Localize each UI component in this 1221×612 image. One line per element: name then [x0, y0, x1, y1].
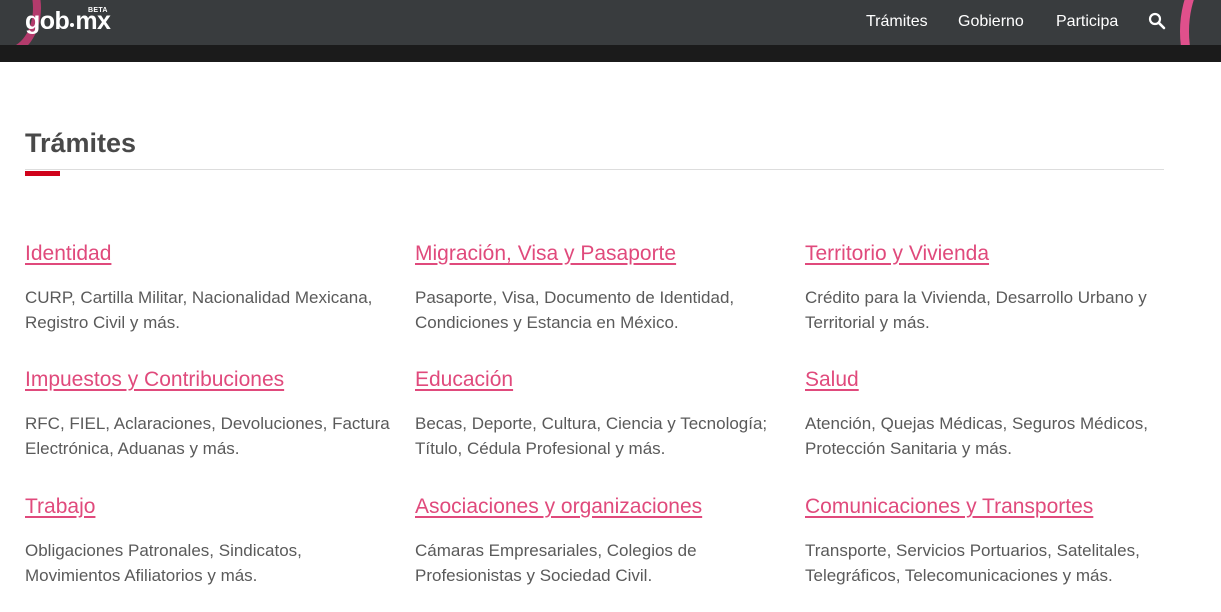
category-card: Asociaciones y organizaciones Cámaras Em…: [415, 494, 785, 588]
category-card: Trabajo Obligaciones Patronales, Sindica…: [25, 494, 395, 588]
category-description: Pasaporte, Visa, Documento de Identidad,…: [415, 288, 735, 332]
category-description: Becas, Deporte, Cultura, Ciencia y Tecno…: [415, 414, 768, 458]
top-navbar: gob mx BETA Trámites Gobierno Participa: [0, 0, 1221, 45]
category-card: Comunicaciones y Transportes Transporte,…: [805, 494, 1175, 588]
category-card: Impuestos y Contribuciones RFC, FIEL, Ac…: [25, 367, 395, 461]
logo-text-left: gob: [25, 7, 70, 35]
category-link-salud[interactable]: Salud: [805, 367, 1175, 393]
category-link-educacion[interactable]: Educación: [415, 367, 785, 393]
category-description: Crédito para la Vivienda, Desarrollo Urb…: [805, 288, 1147, 332]
category-link-impuestos[interactable]: Impuestos y Contribuciones: [25, 367, 395, 393]
category-link-territorio[interactable]: Territorio y Vivienda: [805, 241, 1175, 267]
category-description: Atención, Quejas Médicas, Seguros Médico…: [805, 414, 1149, 458]
decorative-ribbon: [1180, 0, 1221, 45]
category-card: Identidad CURP, Cartilla Militar, Nacion…: [25, 241, 395, 335]
search-icon[interactable]: [1148, 12, 1166, 30]
category-card: Salud Atención, Quejas Médicas, Seguros …: [805, 367, 1175, 461]
nav-participa[interactable]: Participa: [1056, 12, 1118, 32]
category-description: Cámaras Empresariales, Colegios de Profe…: [415, 541, 697, 585]
category-description: Obligaciones Patronales, Sindicatos, Mov…: [25, 541, 302, 585]
nav-gobierno[interactable]: Gobierno: [958, 12, 1024, 32]
nav-tramites[interactable]: Trámites: [866, 12, 928, 32]
beta-badge: BETA: [88, 7, 108, 14]
category-link-identidad[interactable]: Identidad: [25, 241, 395, 267]
category-description: RFC, FIEL, Aclaraciones, Devoluciones, F…: [25, 414, 390, 458]
category-card: Educación Becas, Deporte, Cultura, Cienc…: [415, 367, 785, 461]
category-card: Territorio y Vivienda Crédito para la Vi…: [805, 241, 1175, 335]
category-description: CURP, Cartilla Militar, Nacionalidad Mex…: [25, 288, 373, 332]
title-accent-bar: [25, 171, 60, 176]
page-title: Trámites: [25, 128, 137, 158]
category-link-migracion[interactable]: Migración, Visa y Pasaporte: [415, 241, 785, 267]
category-card: Migración, Visa y Pasaporte Pasaporte, V…: [415, 241, 785, 335]
title-divider: [25, 169, 1164, 170]
category-link-trabajo[interactable]: Trabajo: [25, 494, 395, 520]
header-shadow-bar: [0, 45, 1221, 62]
category-description: Transporte, Servicios Portuarios, Sateli…: [805, 541, 1140, 585]
category-link-asociaciones[interactable]: Asociaciones y organizaciones: [415, 494, 785, 520]
logo-dot: [70, 23, 75, 27]
category-link-comunicaciones[interactable]: Comunicaciones y Transportes: [805, 494, 1175, 520]
